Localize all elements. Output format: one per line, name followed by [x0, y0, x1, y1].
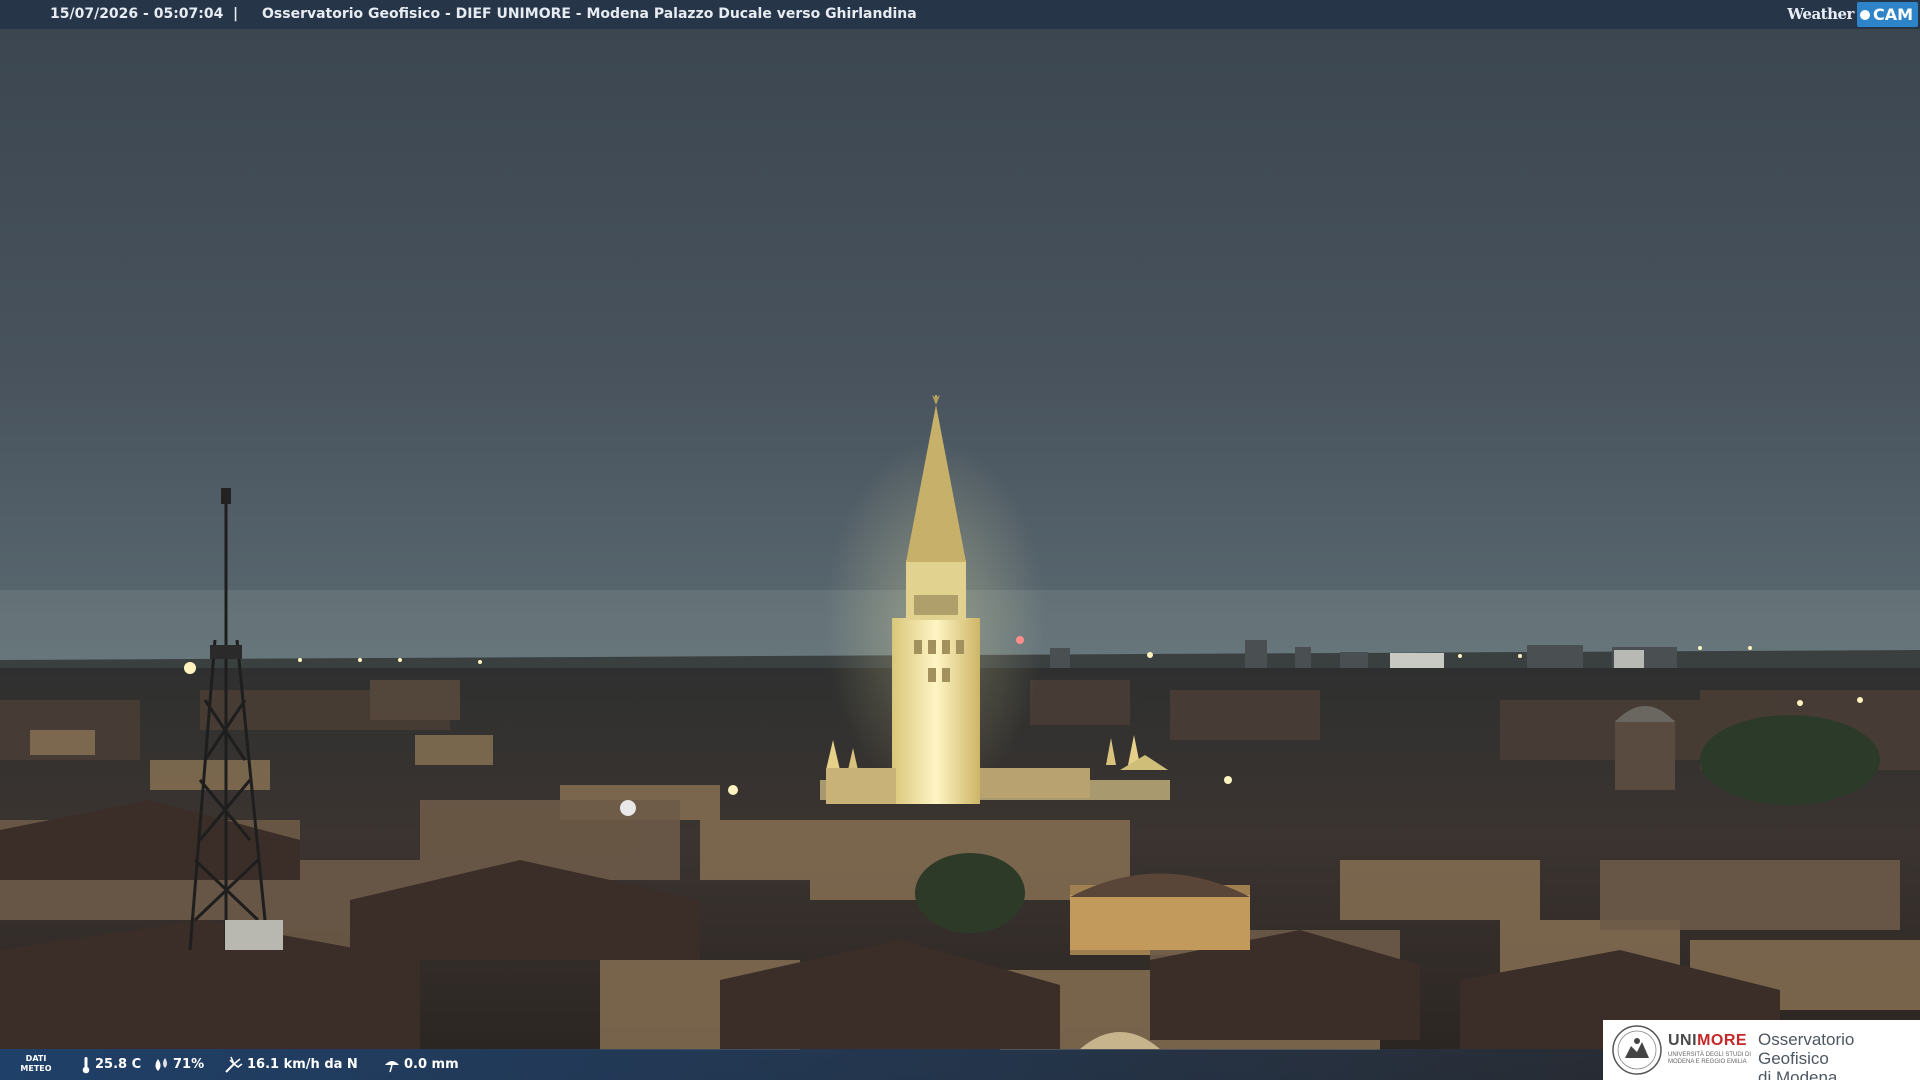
observatory-logo[interactable]: UNIMORE UNIVERSITÀ DEGLI STUDI DI MODENA…	[1603, 1020, 1920, 1080]
unimore-wordmark: UNIMORE	[1668, 1032, 1747, 1050]
humidity-value: 71%	[173, 1057, 205, 1072]
observatory-line2: di Modena	[1758, 1068, 1838, 1080]
camera-title: Osservatorio Geofisico - DIEF UNIMORE - …	[262, 6, 917, 22]
weathercam-logo[interactable]: Weather CAM	[1787, 0, 1920, 29]
weather-data-bar: DATI METEO 25.8 C 71% 16.1 km/h da N 0.0…	[0, 1049, 1603, 1080]
weather-label: DATI METEO	[18, 1054, 54, 1074]
wind-icon	[225, 1056, 243, 1073]
lens-icon	[1859, 9, 1870, 20]
weather-label-line2: METEO	[20, 1064, 52, 1073]
rain-value: 0.0 mm	[404, 1057, 459, 1072]
temperature-value: 25.8 C	[95, 1057, 142, 1072]
humidity-icon	[155, 1057, 167, 1071]
rain-readout: 0.0 mm	[383, 1049, 459, 1080]
humidity-readout: 71%	[152, 1049, 204, 1080]
header-bar: 15/07/2026 - 05:07:04 | Osservatorio Geo…	[0, 0, 1920, 29]
unimore-seal-icon	[1612, 1025, 1662, 1075]
wind-value: 16.1 km/h da N	[247, 1057, 358, 1072]
timestamp: 15/07/2026 - 05:07:04	[50, 6, 224, 22]
unimore-more: MORE	[1697, 1032, 1748, 1049]
brand-cam-label: CAM	[1872, 5, 1913, 24]
wind-readout: 16.1 km/h da N	[224, 1049, 358, 1080]
webcam-view: 15/07/2026 - 05:07:04 | Osservatorio Geo…	[0, 0, 1920, 1080]
separator: |	[233, 6, 239, 22]
unimore-uni: UNI	[1668, 1032, 1698, 1049]
observatory-name: Osservatorio Geofisico di Modena	[1758, 1030, 1920, 1080]
unimore-subtitle: UNIVERSITÀ DEGLI STUDI DI MODENA E REGGI…	[1668, 1052, 1752, 1065]
temperature-readout: 25.8 C	[80, 1049, 141, 1080]
thermometer-icon	[82, 1056, 90, 1073]
weather-label-line1: DATI	[25, 1054, 47, 1063]
webcam-image	[0, 0, 1920, 1080]
brand-weather: Weather	[1787, 5, 1854, 23]
observatory-line1: Osservatorio Geofisico	[1758, 1030, 1855, 1068]
rain-gauge-icon	[385, 1060, 399, 1072]
brand-cam: CAM	[1856, 2, 1918, 27]
